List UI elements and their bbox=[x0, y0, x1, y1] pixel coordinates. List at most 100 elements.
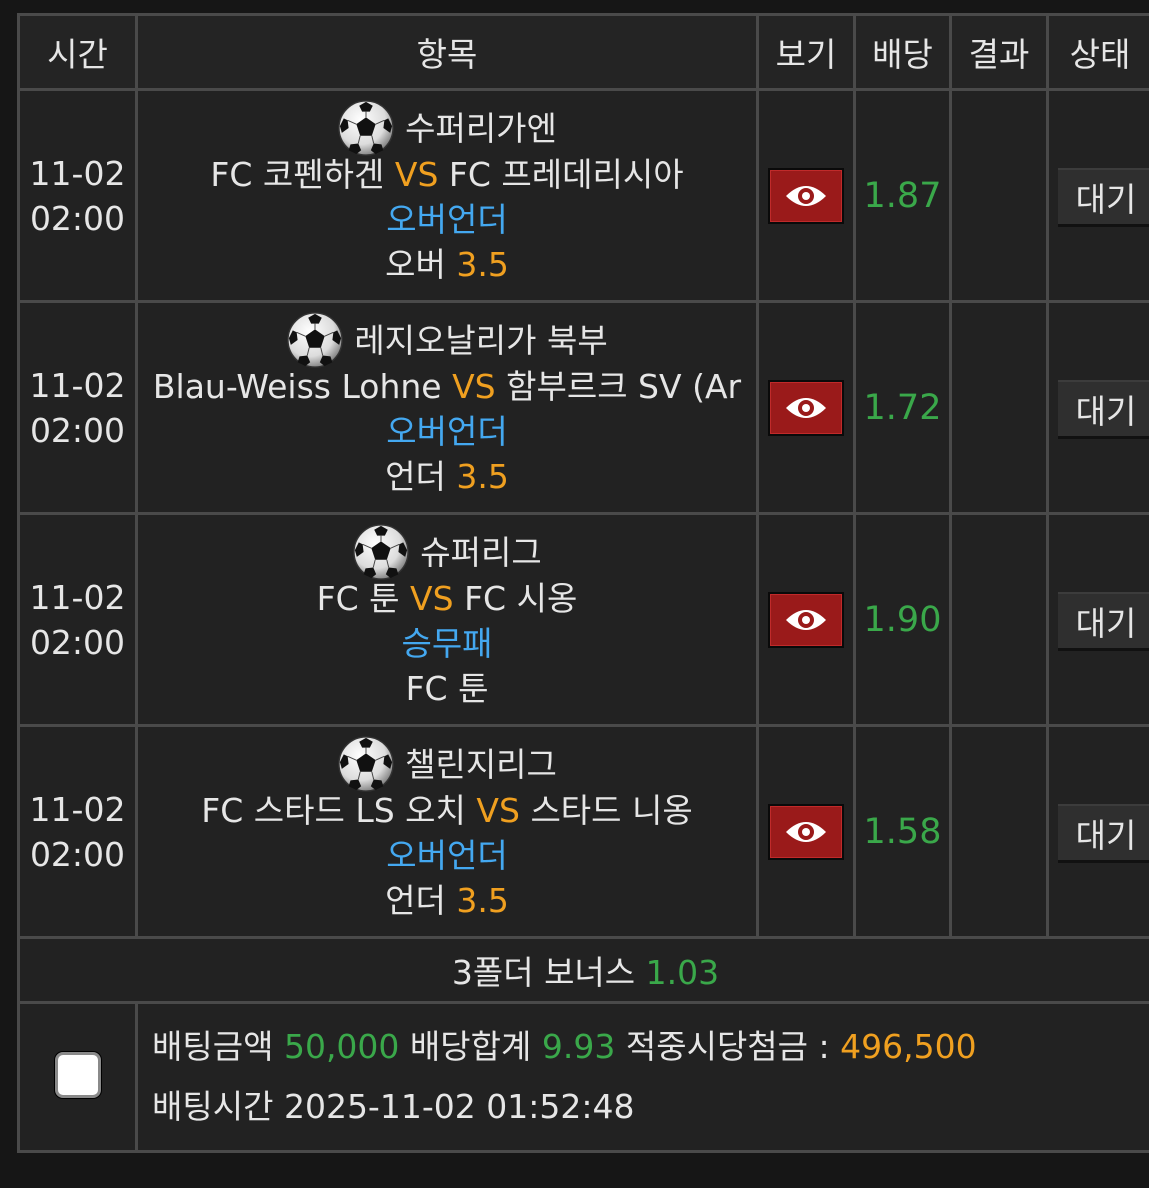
view-cell bbox=[756, 300, 856, 515]
item-cell: 수퍼리가엔 FC 코펜하겐 VS FC 프레데리시아 오버언더 오버 3.5 bbox=[135, 88, 759, 303]
status-cell: 대기 bbox=[1046, 512, 1149, 727]
pick-name: 오버 bbox=[385, 245, 446, 284]
odds-cell: 1.58 bbox=[853, 724, 952, 939]
pick-value: 3.5 bbox=[456, 457, 509, 496]
soccer-ball-icon bbox=[338, 736, 394, 792]
bet-amount-label: 배팅금액 bbox=[152, 1027, 274, 1066]
vs-label: VS bbox=[394, 155, 439, 194]
odds-cell: 1.72 bbox=[853, 300, 952, 515]
market-type: 오버언더 bbox=[386, 836, 508, 875]
league-name: 레지오날리가 북부 bbox=[354, 320, 608, 360]
view-button[interactable] bbox=[768, 591, 844, 648]
view-button[interactable] bbox=[768, 167, 844, 224]
header-time: 시간 bbox=[17, 13, 138, 91]
header-odds: 배당 bbox=[853, 13, 952, 91]
market-type: 오버언더 bbox=[386, 412, 508, 451]
time-cell: 11-02 02:00 bbox=[17, 724, 138, 939]
status-button[interactable]: 대기 bbox=[1058, 803, 1149, 860]
soccer-ball-icon bbox=[353, 524, 410, 580]
away-team: FC 시옹 bbox=[464, 579, 578, 618]
header-result: 결과 bbox=[949, 13, 1049, 91]
result-cell bbox=[949, 300, 1049, 515]
time-cell: 11-02 02:00 bbox=[17, 300, 138, 515]
view-cell bbox=[756, 724, 856, 939]
status-cell: 대기 bbox=[1046, 300, 1149, 515]
bonus-row: 3폴더 보너스 1.03 bbox=[17, 936, 1149, 1004]
bonus-label: 3폴더 보너스 bbox=[451, 953, 636, 992]
match-time: 02:00 bbox=[29, 198, 126, 238]
home-team: FC 스타드 LS 오치 bbox=[201, 791, 466, 830]
market-type: 승무패 bbox=[401, 624, 493, 663]
item-cell: 레지오날리가 북부 Blau-Weiss Lohne VS 함부르크 SV (A… bbox=[135, 300, 759, 515]
view-button[interactable] bbox=[768, 803, 844, 860]
soccer-ball-icon bbox=[338, 100, 394, 156]
teams-line: FC 코펜하겐 VS FC 프레데리시아 bbox=[140, 152, 755, 197]
header-item: 항목 bbox=[135, 13, 759, 91]
home-team: Blau-Weiss Lohne bbox=[152, 367, 442, 406]
league-line: 슈퍼리그 bbox=[140, 524, 755, 580]
league-name: 슈퍼리그 bbox=[420, 532, 542, 572]
item-cell: 슈퍼리그 FC 툰 VS FC 시옹 승무패 FC 툰 bbox=[135, 512, 759, 727]
select-checkbox[interactable] bbox=[54, 1052, 101, 1098]
header-row: 시간 항목 보기 배당 결과 상태 bbox=[17, 13, 1149, 91]
header-status: 상태 bbox=[1046, 13, 1149, 91]
home-team: FC 툰 bbox=[316, 579, 400, 618]
bet-time: 2025-11-02 01:52:48 bbox=[283, 1087, 635, 1126]
result-cell bbox=[949, 724, 1049, 939]
soccer-ball-icon bbox=[287, 312, 344, 368]
view-cell bbox=[756, 512, 856, 727]
away-team: 스타드 니옹 bbox=[530, 791, 693, 830]
match-row: 11-02 02:00 bbox=[17, 88, 1149, 303]
pick-line: 오버 3.5 bbox=[140, 242, 755, 287]
teams-line: Blau-Weiss Lohne VS 함부르크 SV (Ar bbox=[140, 364, 755, 409]
home-team: FC 코펜하겐 bbox=[210, 155, 385, 194]
odds-total-label: 배당합계 bbox=[409, 1027, 532, 1066]
pick-name: FC 툰 bbox=[405, 669, 489, 708]
payout-label: 적중시당첨금 : bbox=[625, 1027, 830, 1066]
match-row: 11-02 02:00 bbox=[17, 512, 1149, 727]
time-cell: 11-02 02:00 bbox=[17, 512, 138, 727]
eye-icon bbox=[786, 185, 826, 206]
view-button[interactable] bbox=[768, 379, 844, 436]
status-cell: 대기 bbox=[1046, 724, 1149, 939]
bonus-value: 1.03 bbox=[645, 953, 720, 992]
eye-icon bbox=[786, 821, 826, 842]
result-cell bbox=[949, 88, 1049, 303]
status-button[interactable]: 대기 bbox=[1058, 379, 1149, 436]
vs-label: VS bbox=[452, 367, 496, 406]
league-line: 챌린지리그 bbox=[140, 736, 755, 792]
match-time: 02:00 bbox=[29, 622, 126, 662]
match-row: 11-02 02:00 bbox=[17, 300, 1149, 515]
match-time: 02:00 bbox=[29, 834, 126, 874]
select-cell bbox=[17, 1001, 138, 1153]
summary-amount-line: 배팅금액 50,000 배당합계 9.93 적중시당첨금 : 496,500 bbox=[152, 1017, 1149, 1077]
status-button[interactable]: 대기 bbox=[1058, 167, 1149, 224]
eye-icon bbox=[786, 609, 826, 630]
pick-line: FC 툰 bbox=[140, 666, 755, 711]
market-type: 오버언더 bbox=[386, 200, 508, 239]
league-name: 수퍼리가엔 bbox=[405, 108, 557, 148]
status-cell: 대기 bbox=[1046, 88, 1149, 303]
match-time: 02:00 bbox=[29, 410, 126, 450]
pick-value: 3.5 bbox=[456, 881, 509, 920]
pick-name: 언더 bbox=[385, 457, 446, 496]
bet-amount: 50,000 bbox=[283, 1027, 400, 1066]
vs-label: VS bbox=[476, 791, 520, 830]
bet-time-label: 배팅시간 bbox=[152, 1087, 274, 1126]
away-team: 함부르크 SV (Ar bbox=[506, 367, 742, 406]
pick-value: 3.5 bbox=[456, 245, 509, 284]
view-cell bbox=[756, 88, 856, 303]
item-cell: 챌린지리그 FC 스타드 LS 오치 VS 스타드 니옹 오버언더 언더 3.5 bbox=[135, 724, 759, 939]
match-date: 11-02 bbox=[29, 365, 126, 405]
pick-line: 언더 3.5 bbox=[140, 454, 755, 499]
odds-total: 9.93 bbox=[541, 1027, 616, 1066]
pick-name: 언더 bbox=[385, 881, 446, 920]
bet-slip: 시간 항목 보기 배당 결과 상태 11-02 02:00 수퍼리가엔 FC 코… bbox=[17, 13, 1149, 1153]
match-date: 11-02 bbox=[29, 789, 126, 829]
eye-icon bbox=[786, 397, 826, 418]
result-cell bbox=[949, 512, 1049, 727]
time-cell: 11-02 02:00 bbox=[17, 88, 138, 303]
vs-label: VS bbox=[410, 579, 454, 618]
away-team: FC 프레데리시아 bbox=[448, 155, 684, 194]
status-button[interactable]: 대기 bbox=[1058, 591, 1149, 648]
